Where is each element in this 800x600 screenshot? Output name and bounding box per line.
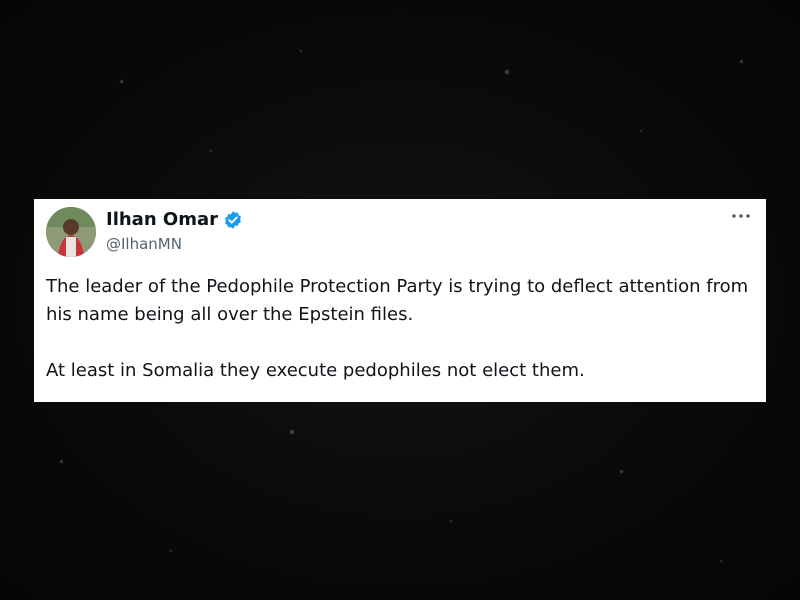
background-speck — [170, 550, 172, 552]
background-speck — [640, 130, 642, 132]
avatar[interactable] — [46, 207, 96, 257]
verified-badge-icon — [225, 211, 241, 229]
background-speck — [300, 50, 302, 52]
tweet-paragraph: The leader of the Pedophile Protection P… — [46, 276, 749, 325]
background-speck — [505, 70, 509, 74]
author-handle[interactable]: @IlhanMN — [106, 235, 182, 253]
tweet-paragraph: At least in Somalia they execute pedophi… — [46, 360, 585, 381]
dark-background: Ilhan Omar @IlhanMN The leader of the Pe… — [0, 0, 800, 600]
background-speck — [720, 560, 722, 562]
background-speck — [290, 430, 294, 434]
background-speck — [210, 150, 212, 152]
tweet-text: The leader of the Pedophile Protection P… — [46, 273, 761, 385]
tweet-card[interactable]: Ilhan Omar @IlhanMN The leader of the Pe… — [34, 199, 766, 402]
background-speck — [740, 60, 743, 63]
ellipsis-icon[interactable] — [730, 211, 752, 221]
background-speck — [620, 470, 623, 473]
profile-photo-icon — [46, 207, 96, 257]
author-display-name[interactable]: Ilhan Omar — [106, 209, 218, 231]
background-speck — [450, 520, 452, 522]
author-name-row: Ilhan Omar — [106, 209, 243, 231]
background-speck — [120, 80, 123, 83]
background-speck — [60, 460, 63, 463]
